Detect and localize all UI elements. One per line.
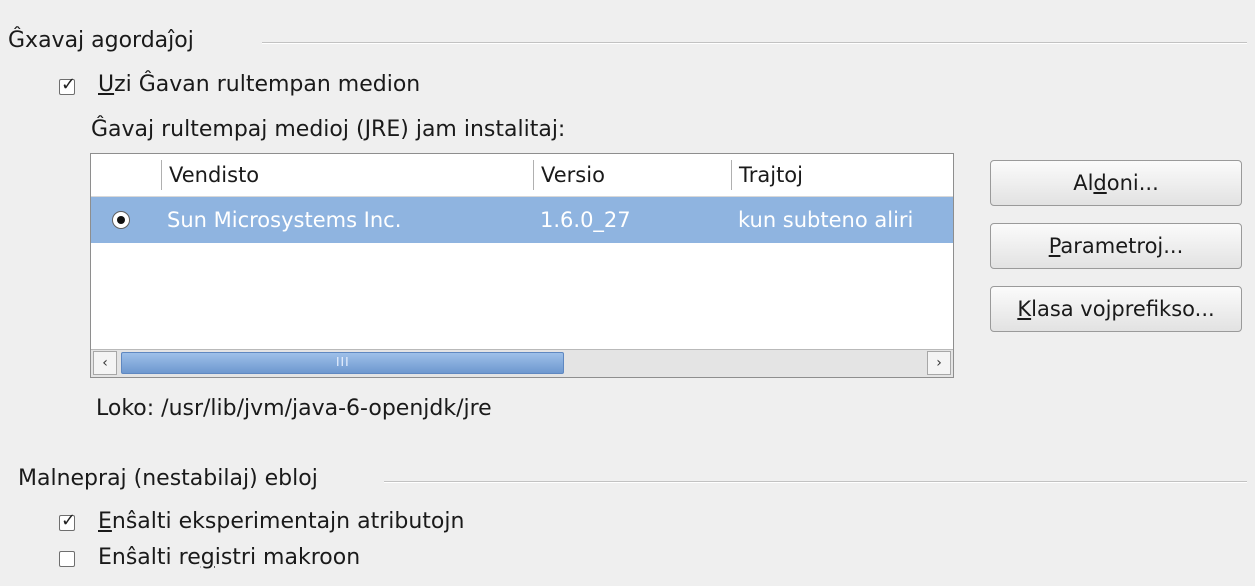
- accelerator-char: g: [200, 545, 215, 570]
- experimental-features-label[interactable]: Enŝalti eksperimentajn atributojn: [98, 509, 464, 534]
- column-header-version[interactable]: Versio: [541, 154, 605, 196]
- accelerator-char: P: [1048, 234, 1061, 258]
- label-text: Enŝalti re: [98, 545, 201, 570]
- accelerator-char: d: [1093, 171, 1107, 195]
- table-row[interactable]: Sun Microsystems Inc. 1.6.0_27 kun subte…: [91, 197, 953, 243]
- label-text: arametroj...: [1060, 234, 1184, 258]
- scroll-right-button[interactable]: ›: [927, 351, 951, 375]
- optional-section-title: Malnepraj (nestabilaj) ebloj: [18, 466, 318, 491]
- label-text: oni...: [1106, 171, 1159, 195]
- checkmark-icon: ✓: [61, 510, 77, 531]
- label-text: istri makroon: [214, 545, 361, 570]
- jre-table[interactable]: Vendisto Versio Trajtoj Sun Microsystems…: [90, 153, 954, 378]
- accelerator-char: K: [1017, 297, 1032, 321]
- installed-jre-label: Ĝavaj rultempaj medioj (JRE) jam instali…: [91, 117, 565, 142]
- grip-icon: III: [336, 355, 350, 369]
- checkmark-icon: ✓: [61, 74, 77, 95]
- features-cell: kun subteno aliri: [738, 208, 914, 232]
- column-separator: [731, 160, 732, 190]
- jre-select-radio[interactable]: [112, 211, 130, 229]
- chevron-right-icon: ›: [936, 355, 942, 371]
- macro-recording-checkbox[interactable]: [59, 551, 75, 567]
- column-header-vendor[interactable]: Vendisto: [169, 154, 259, 196]
- radio-dot-icon: [117, 216, 125, 224]
- column-separator: [161, 160, 162, 190]
- section-divider: [262, 42, 1247, 44]
- label-text: nŝalti eksperimentajn atributojn: [111, 509, 465, 534]
- column-separator: [533, 160, 534, 190]
- chevron-left-icon: ‹: [102, 355, 108, 371]
- parameters-button[interactable]: Parametroj...: [990, 223, 1242, 269]
- scrollbar-thumb[interactable]: III: [121, 352, 564, 374]
- experimental-features-checkbox[interactable]: ✓: [59, 510, 76, 531]
- scroll-left-button[interactable]: ‹: [93, 351, 117, 375]
- macro-recording-label[interactable]: Enŝalti registri makroon: [98, 545, 360, 570]
- section-divider: [384, 481, 1247, 483]
- column-header-features[interactable]: Trajtoj: [739, 154, 803, 196]
- accelerator-char: U: [98, 72, 115, 97]
- use-java-runtime-checkbox[interactable]: ✓: [59, 74, 76, 95]
- vendor-cell: Sun Microsystems Inc.: [167, 208, 402, 232]
- java-section-title: Ĝxavaj agordaĵoj: [8, 28, 194, 53]
- horizontal-scrollbar[interactable]: ‹ III ›: [91, 349, 953, 377]
- label-text: am instalitaj:: [421, 117, 566, 142]
- label-text: Ĝavaj rultempaj medioj (JRE): [91, 117, 416, 142]
- version-cell: 1.6.0_27: [540, 208, 631, 232]
- class-path-button[interactable]: Klasa vojprefikso...: [990, 286, 1242, 332]
- label-text: zi Ĝavan rultempan medion: [114, 72, 421, 97]
- use-java-runtime-label[interactable]: Uzi Ĝavan rultempan medion: [98, 72, 420, 97]
- add-jre-button[interactable]: Aldoni...: [990, 160, 1242, 206]
- jre-location-label: Loko: /usr/lib/jvm/java-6-openjdk/jre: [96, 396, 492, 421]
- accelerator-char: E: [98, 509, 112, 534]
- label-text: lasa vojprefikso...: [1031, 297, 1215, 321]
- label-text: Al: [1073, 171, 1094, 195]
- table-header: Vendisto Versio Trajtoj: [91, 154, 953, 197]
